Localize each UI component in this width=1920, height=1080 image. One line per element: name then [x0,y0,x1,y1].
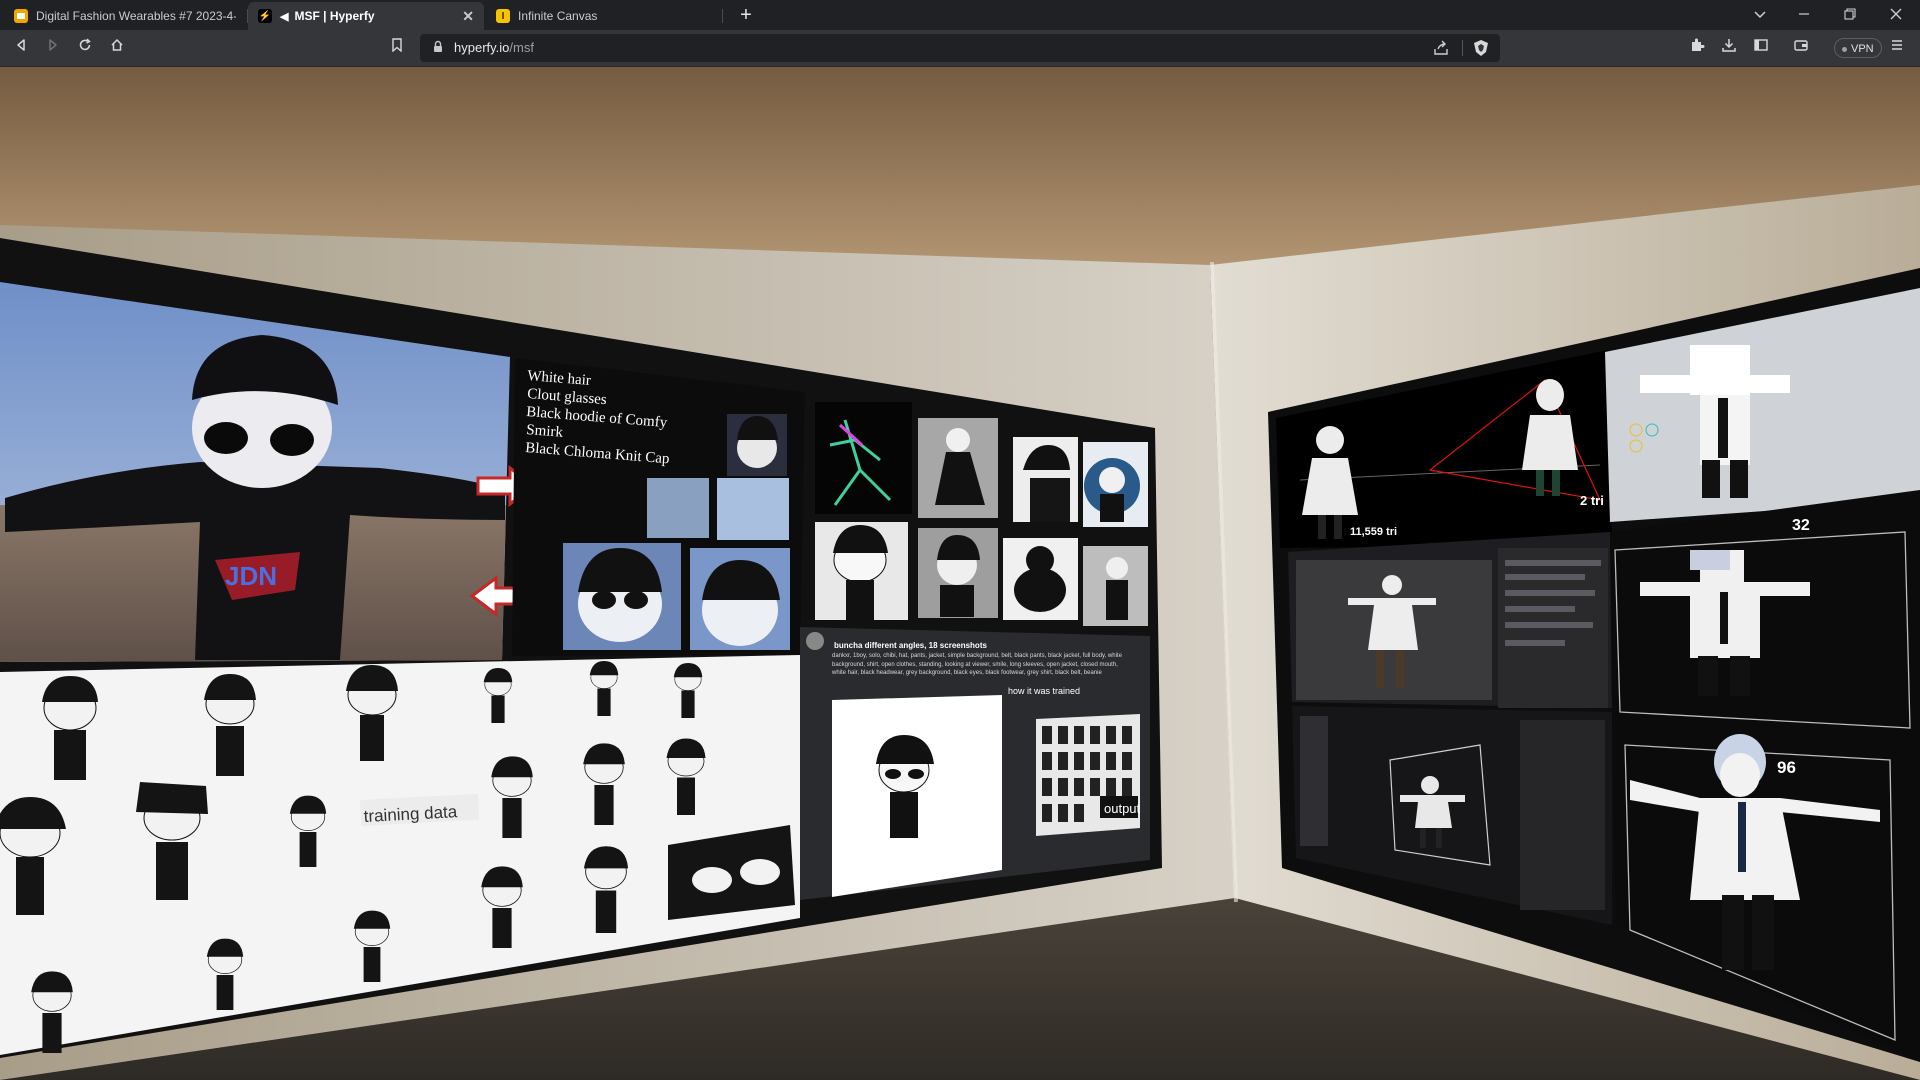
tab-msf-hyperfy[interactable]: ⚡ ◀ MSF | Hyperfy ✕ [248,2,484,30]
tab-infinite-canvas[interactable]: I Infinite Canvas [486,2,722,30]
speaker-icon[interactable]: ◀ [280,10,288,23]
vpn-button[interactable]: VPN [1834,38,1882,58]
new-tab-button[interactable]: + [734,3,758,27]
tab-strip: Digital Fashion Wearables #7 2023-4- ⚡ ◀… [0,0,1920,30]
tri-count-label: 11,559 tri [1350,526,1397,538]
address-bar[interactable]: hyperfy.io/msf [420,34,1500,62]
sidebar-icon[interactable] [1750,37,1772,59]
extensions-icon[interactable] [1686,37,1708,59]
tab-title: Digital Fashion Wearables #7 2023-4- [36,9,236,23]
url-host: hyperfy.io [454,40,510,55]
svg-text:JDN: JDN [225,561,277,591]
tab-digital-fashion[interactable]: Digital Fashion Wearables #7 2023-4- [4,2,246,30]
tri-small-label: 2 tri [1580,493,1604,508]
tab-separator [722,9,723,23]
close-tab-icon[interactable]: ✕ [462,8,474,25]
hyperfy-3d-viewport[interactable]: JDN White hair Clout glasses Black hoodi… [0,67,1920,1080]
lock-icon[interactable] [430,39,446,55]
brave-shield-icon[interactable] [1472,39,1490,62]
downloads-icon[interactable] [1718,37,1740,59]
reload-icon[interactable] [74,37,96,59]
tab-list-chevron-icon[interactable] [1748,4,1772,26]
ref-thumb [647,478,709,538]
restore-icon[interactable] [1838,4,1862,26]
url-path: /msf [509,40,534,55]
tab-title: MSF | Hyperfy [294,9,375,23]
hyperfy-icon: ⚡ [258,9,272,23]
wallet-icon[interactable] [1790,37,1812,59]
note-smirk: Smirk [526,422,564,441]
close-window-icon[interactable] [1884,4,1908,26]
menu-icon[interactable] [1886,37,1908,59]
forward-icon[interactable] [42,37,64,59]
share-icon[interactable] [1432,39,1450,62]
bookmark-icon[interactable] [386,37,408,59]
url-text[interactable]: hyperfy.io/msf [454,40,534,55]
avatar [806,632,824,650]
chat-prompt-text: dankxr, 1boy, solo, chibi, hat, pants, j… [832,653,1122,676]
back-icon[interactable] [10,37,32,59]
slides-icon [14,9,28,23]
voxel-32-panel [1610,490,1920,740]
resolution-96-label: 96 [1777,758,1796,777]
output-label: output [1104,801,1141,816]
ref-thumb [717,478,789,540]
chat-header: buncha different angles, 18 screenshots [834,641,987,650]
canvas-icon: I [496,9,510,23]
trained-label: how it was trained [1008,686,1080,696]
url-divider [1462,40,1463,56]
resolution-32-label: 32 [1792,517,1810,534]
home-icon[interactable] [106,37,128,59]
tab-title: Infinite Canvas [518,9,598,23]
minimize-icon[interactable] [1792,4,1816,26]
browser-toolbar: hyperfy.io/msf VPN [0,30,1920,67]
